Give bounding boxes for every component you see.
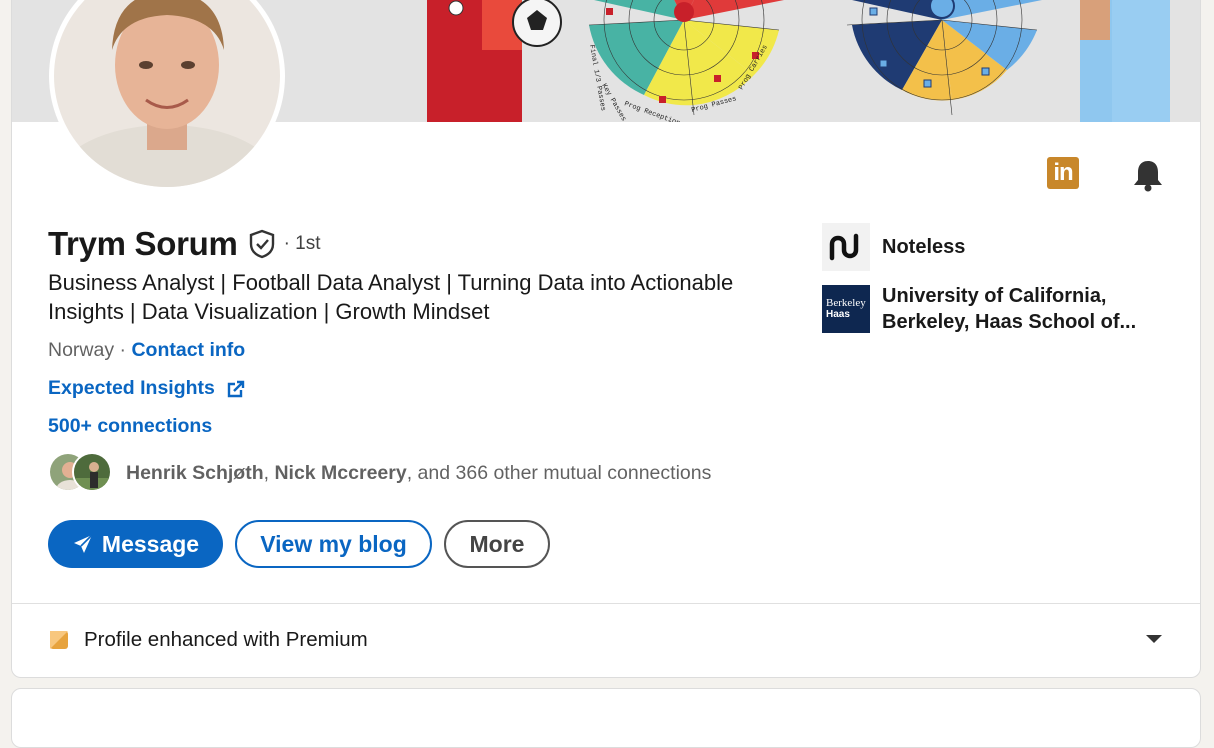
org-berkeley-haas[interactable]: Berkeley Haas University of California, … <box>822 283 1162 335</box>
mutual-text: Henrik Schjøth, Nick Mccreery, and 366 o… <box>126 461 712 484</box>
premium-row[interactable]: Profile enhanced with Premium <box>50 628 368 652</box>
message-button[interactable]: Message <box>48 520 223 568</box>
bell-icon[interactable] <box>1130 158 1166 192</box>
send-icon <box>73 534 93 553</box>
mutual-avatars[interactable] <box>48 452 116 494</box>
next-section-card <box>11 688 1201 748</box>
more-button[interactable]: More <box>444 520 550 568</box>
action-buttons: Message View my blog More <box>48 520 550 568</box>
connection-degree: · 1st <box>283 233 321 254</box>
section-divider <box>12 603 1200 604</box>
mutual-avatar-2 <box>72 452 112 492</box>
linkedin-icon[interactable]: in <box>1047 157 1079 189</box>
view-blog-button[interactable]: View my blog <box>235 520 432 568</box>
mutual-name-1[interactable]: Henrik Schjøth <box>126 462 264 484</box>
profile-photo-graphic <box>54 0 280 187</box>
org-name-berkeley: University of California, Berkeley, Haas… <box>882 285 1137 333</box>
premium-label: Profile enhanced with Premium <box>84 628 368 651</box>
location-row: Norway · Contact info <box>48 339 245 362</box>
mutual-connections[interactable]: Henrik Schjøth, Nick Mccreery, and 366 o… <box>48 452 711 494</box>
org-name-noteless: Noteless <box>882 236 966 258</box>
external-link-icon <box>227 380 245 397</box>
profile-headline: Business Analyst | Football Data Analyst… <box>48 270 734 324</box>
website-row[interactable]: Expected Insights <box>48 377 247 400</box>
website-link[interactable]: Expected Insights <box>48 377 215 400</box>
chevron-down-icon[interactable] <box>1144 632 1164 646</box>
location: Norway <box>48 339 115 361</box>
berkeley-haas-logo: Berkeley Haas <box>822 285 870 333</box>
noteless-logo <box>822 223 870 271</box>
message-label: Message <box>101 530 200 557</box>
noteless-logo-graphic <box>829 233 859 261</box>
mutual-rest: , and 366 other mutual connections <box>406 461 712 484</box>
location-separator: · <box>114 339 132 361</box>
more-label: More <box>469 530 525 557</box>
view-blog-label: View my blog <box>260 530 407 557</box>
player-blue-graphic <box>1080 0 1170 122</box>
profile-photo[interactable] <box>49 0 285 192</box>
name-row: Trym Sorum · 1st <box>48 225 321 263</box>
mutual-name-2[interactable]: Nick Mccreery <box>274 462 406 484</box>
profile-card: Final 1/3 Passes Key Passes Prog Recepti… <box>11 0 1201 678</box>
shield-check-icon[interactable] <box>248 229 276 259</box>
org-noteless[interactable]: Noteless <box>822 223 965 271</box>
contact-info-link[interactable]: Contact info <box>131 339 245 361</box>
connections-link[interactable]: 500+ connections <box>48 415 212 438</box>
premium-badge-icon <box>50 631 68 649</box>
profile-name: Trym Sorum <box>48 225 238 262</box>
